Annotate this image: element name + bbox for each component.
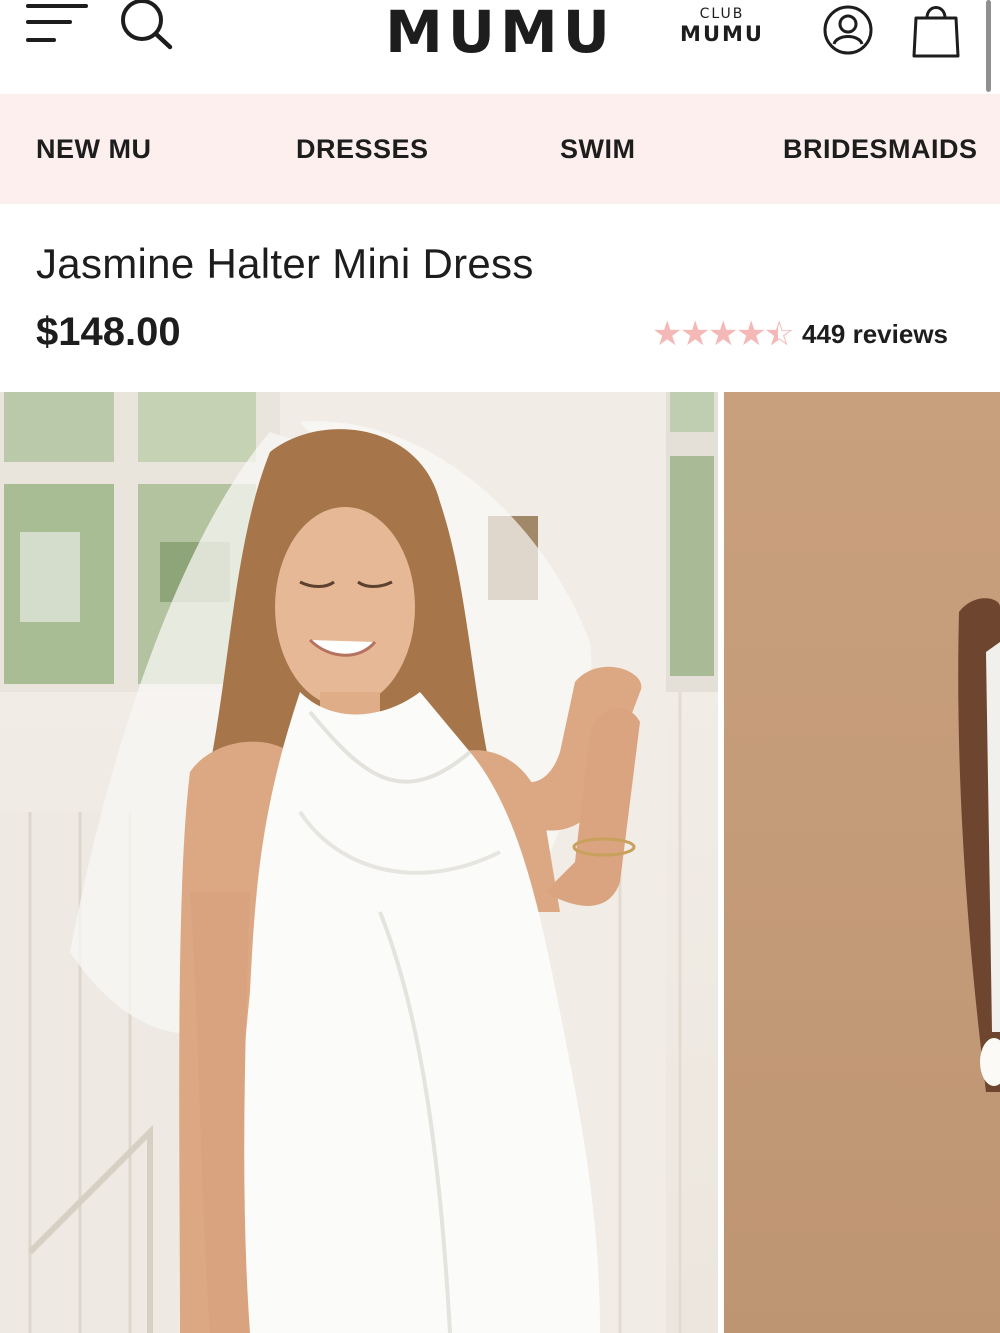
- nav-item-bridesmaids[interactable]: BRIDESMAIDS: [783, 94, 978, 204]
- site-header: MUMU CLUB MUMU: [0, 0, 1000, 94]
- star-icon: ★: [680, 315, 711, 353]
- cart-button[interactable]: [910, 0, 962, 60]
- search-icon: [121, 0, 173, 50]
- brand-logo[interactable]: MUMU: [350, 0, 650, 64]
- nav-item-new-mu[interactable]: NEW MU: [36, 94, 151, 204]
- reviews-count-link[interactable]: 449 reviews: [802, 319, 948, 350]
- product-photo-illustration: [0, 392, 718, 1333]
- product-title: Jasmine Halter Mini Dress: [36, 240, 534, 287]
- page-scrollbar[interactable]: [986, 0, 991, 92]
- product-photo-secondary[interactable]: [724, 392, 1000, 1333]
- account-icon: [823, 5, 873, 55]
- product-photo-secondary-illustration: [958, 598, 1000, 1092]
- club-label-bottom: MUMU: [680, 22, 764, 46]
- product-price: $148.00: [36, 310, 181, 354]
- club-label-top: CLUB: [699, 6, 745, 22]
- star-icon: ★: [736, 315, 767, 353]
- star-icon: ★: [652, 315, 683, 353]
- shopping-bag-icon: [912, 6, 960, 58]
- half-star-icon: ☆ ★: [764, 315, 795, 353]
- account-button[interactable]: [822, 4, 874, 56]
- search-button[interactable]: [116, 0, 176, 52]
- rating-stars: ★ ★ ★ ★ ☆ ★: [652, 315, 795, 353]
- product-rating[interactable]: ★ ★ ★ ★ ☆ ★ 449 reviews: [652, 316, 948, 352]
- nav-item-swim[interactable]: SWIM: [560, 94, 636, 204]
- nav-item-dresses[interactable]: DRESSES: [296, 94, 429, 204]
- category-nav: NEW MU DRESSES SWIM BRIDESMAIDS: [0, 94, 1000, 204]
- star-icon: ★: [708, 315, 739, 353]
- menu-button[interactable]: [26, 0, 90, 50]
- club-mumu-link[interactable]: CLUB MUMU: [672, 6, 772, 46]
- product-photo-main[interactable]: [0, 392, 718, 1333]
- product-gallery[interactable]: [0, 392, 1000, 1333]
